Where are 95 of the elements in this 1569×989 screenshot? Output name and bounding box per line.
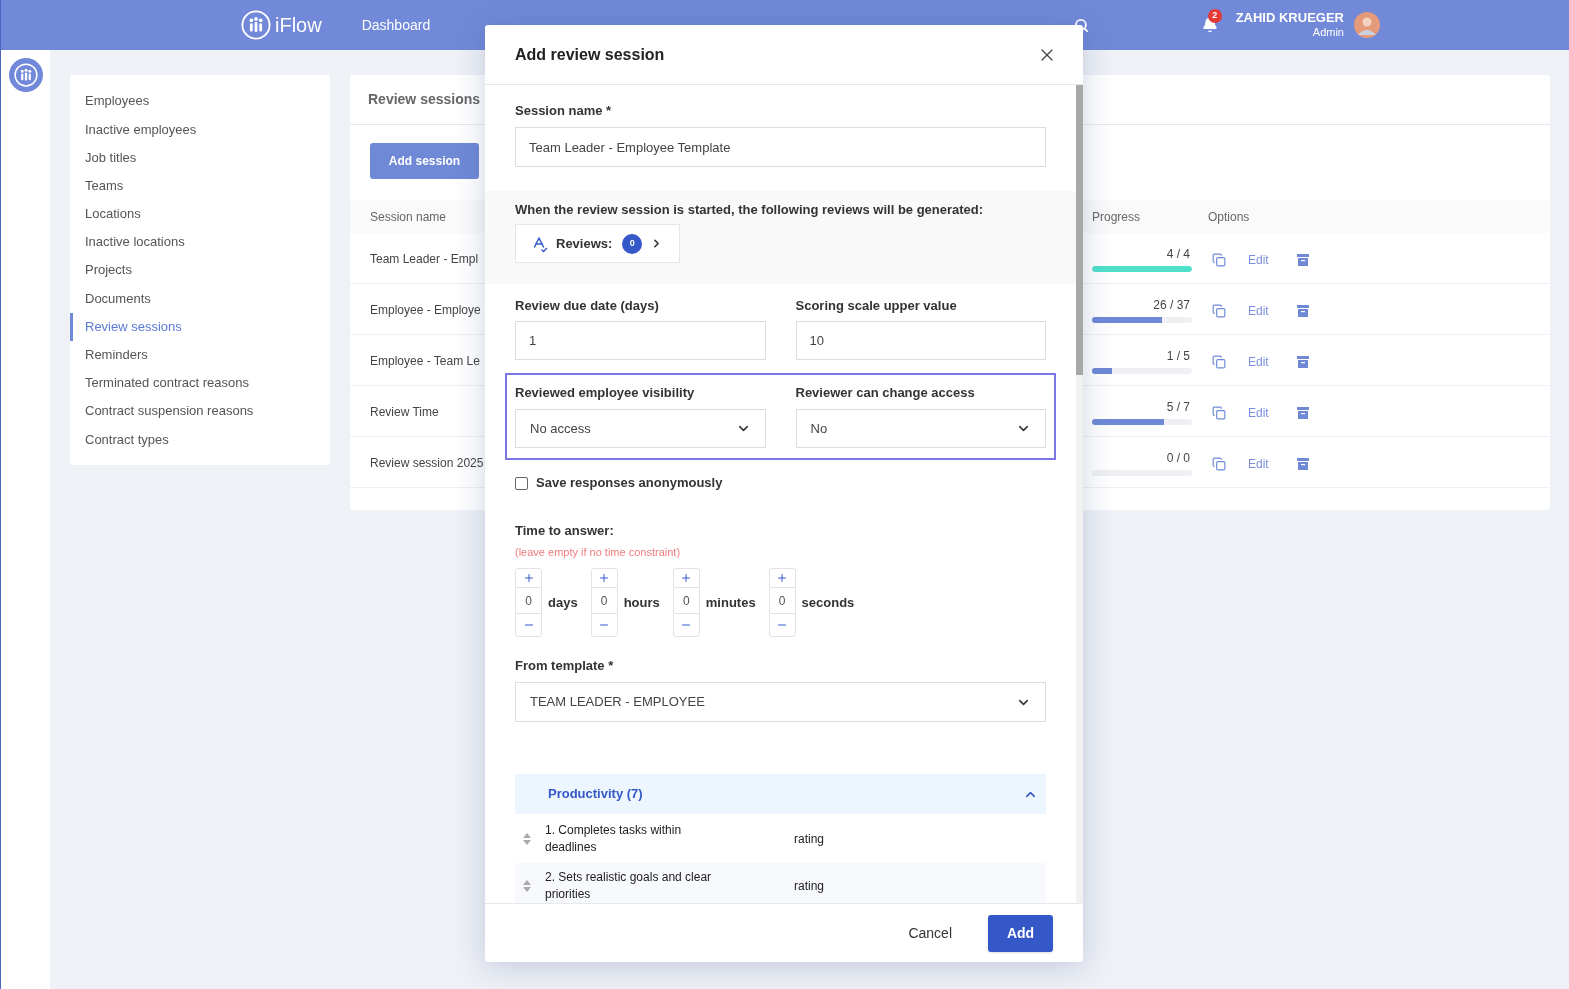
reviews-count: 0 — [622, 233, 643, 254]
session-name: Employee - Team Le — [370, 354, 480, 368]
plus-icon — [522, 572, 535, 584]
dropdown[interactable]: No access — [515, 409, 766, 448]
increment-button[interactable] — [768, 568, 796, 588]
menu-item[interactable]: Employees — [70, 87, 330, 116]
menu-item[interactable]: Job titles — [70, 143, 330, 172]
unit-label: hours — [623, 593, 660, 612]
column-header: Session name — [370, 209, 447, 224]
archive-icon[interactable] — [1296, 407, 1309, 419]
logo-icon — [13, 63, 38, 87]
session-name: Review Time — [370, 405, 439, 419]
plus-icon — [598, 572, 611, 584]
hint-text: (leave empty if no time constraint) — [515, 545, 682, 560]
session-name: Team Leader - Empl — [370, 252, 479, 266]
question-text: 1. Completes tasks within deadlines — [545, 821, 683, 856]
menu-item[interactable]: Teams — [70, 171, 330, 200]
decrement-button[interactable] — [672, 613, 700, 637]
copy-icon[interactable] — [1212, 457, 1226, 471]
section-header[interactable]: Productivity (7) — [515, 774, 1046, 814]
progress-count: 1 / 5 — [1166, 347, 1191, 365]
question-text: 2. Sets realistic goals and clear priorities — [545, 868, 713, 903]
time-field[interactable]: 0 — [768, 588, 796, 613]
field-label: Review due date (days) — [515, 297, 660, 315]
session-name: Employee - Employe — [370, 303, 481, 317]
column-header: Progress — [1092, 208, 1142, 226]
card-title: Review sessions — [368, 90, 481, 109]
brand-name: iFlow — [275, 13, 322, 38]
increment-button[interactable] — [672, 568, 700, 588]
cancel-button[interactable]: Cancel — [896, 914, 964, 952]
session-name-field[interactable]: Team Leader - Employee Template — [515, 127, 1046, 167]
increment-button[interactable] — [590, 568, 618, 588]
archive-icon[interactable] — [1296, 458, 1309, 470]
dialog-title: Add review session — [515, 44, 665, 65]
field-label: Session name * — [515, 102, 613, 120]
progress-count: 26 / 37 — [1153, 296, 1191, 314]
drag-handle-icon[interactable] — [523, 832, 531, 845]
copy-icon[interactable] — [1212, 406, 1226, 420]
menu-item[interactable]: Contract suspension reasons — [70, 397, 330, 426]
menu-item[interactable]: Locations — [70, 199, 330, 228]
decrement-button[interactable] — [590, 613, 618, 637]
menu-item[interactable]: Reminders — [70, 340, 330, 369]
menu-item[interactable]: Review sessions — [70, 312, 330, 341]
app-logo[interactable] — [8, 58, 43, 92]
increment-button[interactable] — [515, 568, 542, 588]
info-text: When the review session is started, the following reviews will be generated: — [515, 201, 985, 219]
user-role: Admin — [1312, 25, 1344, 39]
drag-handle-icon[interactable] — [523, 879, 531, 892]
scrollbar[interactable] — [1076, 85, 1083, 903]
unit-label: seconds — [801, 593, 855, 612]
checkbox[interactable] — [515, 476, 528, 490]
number-field[interactable]: 10 — [795, 321, 1046, 360]
checkbox-label: Save responses anonymously — [536, 474, 723, 492]
question-type: rating — [794, 877, 825, 895]
unit-label: minutes — [705, 593, 756, 612]
field-label: Time to answer: — [515, 522, 615, 540]
archive-icon[interactable] — [1296, 305, 1309, 317]
number-field[interactable]: 1 — [515, 321, 766, 360]
copy-icon[interactable] — [1212, 304, 1226, 318]
field-label: Reviewer can change access — [795, 384, 976, 402]
plus-icon — [776, 572, 789, 584]
decrement-button[interactable] — [515, 613, 542, 637]
copy-icon[interactable] — [1212, 253, 1226, 267]
reviews-button[interactable]: Reviews: 0 — [515, 224, 680, 263]
dropdown[interactable]: No — [795, 409, 1046, 448]
decrement-button[interactable] — [768, 613, 796, 637]
menu-item[interactable]: Projects — [70, 256, 330, 285]
menu-item[interactable]: Inactive locations — [70, 227, 330, 257]
logo-icon — [241, 10, 271, 40]
field-label: Reviewed employee visibility — [515, 384, 696, 402]
field-label: Scoring scale upper value — [795, 297, 958, 315]
menu-item[interactable]: Contract types — [70, 425, 330, 454]
add-button[interactable]: Add — [988, 914, 1053, 952]
avatar[interactable] — [1354, 12, 1380, 38]
time-field[interactable]: 0 — [672, 588, 700, 613]
column-header: Options — [1208, 208, 1250, 226]
menu-item[interactable]: Documents — [70, 284, 330, 313]
progress-count: 0 / 0 — [1166, 449, 1191, 467]
copy-icon[interactable] — [1212, 355, 1226, 369]
question-type: rating — [794, 830, 825, 848]
menu-item[interactable]: Inactive employees — [70, 115, 330, 144]
time-field[interactable]: 0 — [515, 588, 542, 613]
notification-count: 2 — [1207, 9, 1222, 23]
user-name: ZAHID KRUEGER — [1235, 11, 1344, 25]
unit-label: days — [548, 593, 578, 612]
template-dropdown[interactable]: TEAM LEADER - EMPLOYEE — [515, 682, 1046, 722]
time-field[interactable]: 0 — [590, 588, 618, 613]
session-name: Review session 2025 — [370, 456, 484, 470]
archive-icon[interactable] — [1296, 356, 1309, 368]
field-label: From template * — [515, 657, 615, 675]
plus-icon — [680, 572, 693, 584]
archive-icon[interactable] — [1296, 254, 1309, 266]
progress-count: 5 / 7 — [1166, 398, 1191, 416]
progress-count: 4 / 4 — [1166, 245, 1191, 263]
menu-item[interactable]: Terminated contract reasons — [70, 368, 330, 398]
